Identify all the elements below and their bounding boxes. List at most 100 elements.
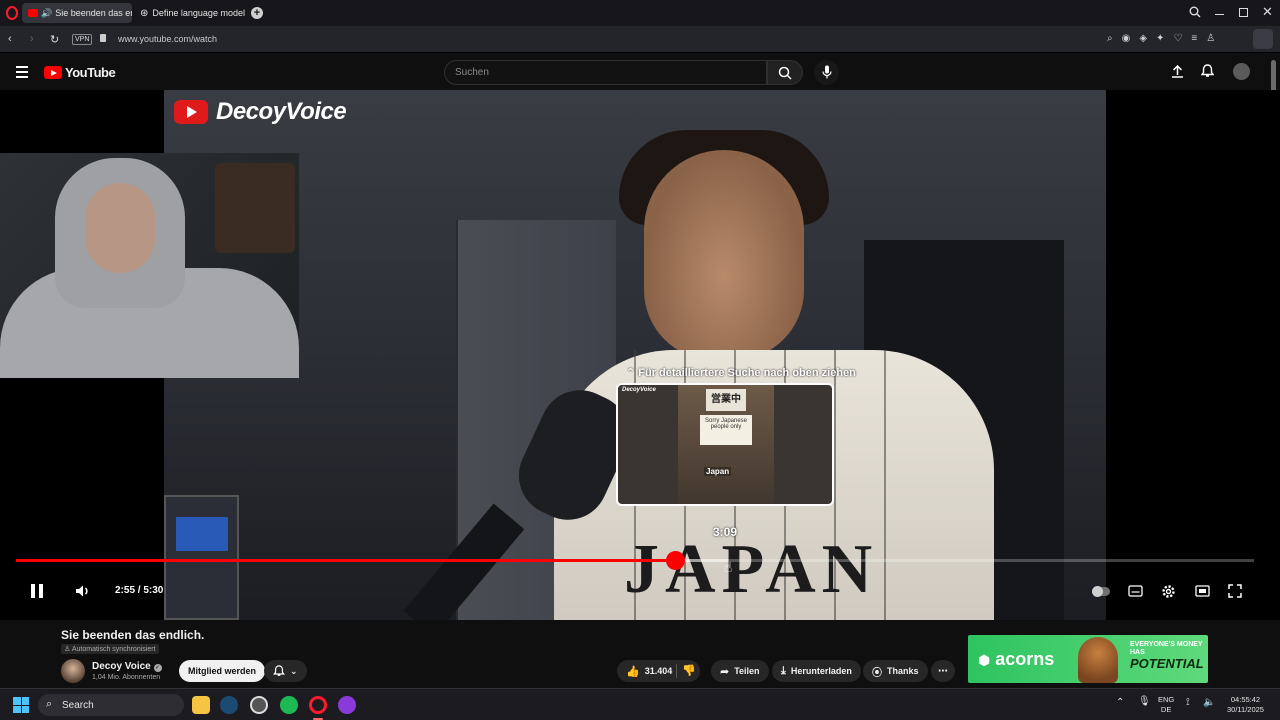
share-button[interactable]: ➦ Teilen [711, 660, 769, 682]
network-icon[interactable]: ⟟ [1186, 698, 1190, 708]
tor-browser-icon[interactable] [338, 696, 356, 714]
reload-icon[interactable]: ↻ [50, 33, 59, 46]
language-top: ENG [1158, 695, 1175, 704]
new-tab-button[interactable]: + [251, 7, 263, 19]
clock[interactable]: 04:55:42 30/11/2025 [1227, 695, 1264, 715]
dislike-button[interactable]: 👎 [682, 664, 696, 677]
spotify-icon[interactable] [280, 696, 298, 714]
subscriber-count: 1,04 Mio. Abonnenten [92, 674, 161, 681]
tab-label: Sie beenden das endlich. [55, 8, 132, 18]
back-icon[interactable]: ‹ [8, 33, 12, 45]
download-button[interactable]: ⤓ Herunterladen [772, 660, 861, 682]
taskbar-search-box[interactable]: ⌕ Search [38, 694, 184, 716]
profile-icon[interactable]: ♙ [1206, 33, 1215, 44]
tray-mic-icon[interactable]: 🎙 [1138, 697, 1151, 707]
youtube-logo[interactable]: YouTube [44, 65, 116, 80]
language-indicator[interactable]: ENG DE [1158, 695, 1174, 715]
lock-icon[interactable] [100, 34, 106, 42]
video-frame: JAPAN DecoyVoice [164, 90, 1106, 620]
tab-label: Define language model [152, 8, 245, 18]
search-input[interactable]: Suchen [444, 60, 767, 85]
search-button[interactable] [767, 60, 803, 85]
opera-logo-icon[interactable] [6, 6, 18, 20]
windows-start-icon[interactable] [13, 697, 29, 713]
thanks-button[interactable]: ⦿ Thanks [863, 660, 928, 682]
preview-paper: Sorry Japanese people only [700, 415, 752, 445]
channel-avatar[interactable] [61, 659, 85, 683]
tab-active-video[interactable]: 🔊 Sie beenden das endlich. [22, 3, 132, 23]
share-arrow-icon: ➦ [720, 665, 730, 678]
download-icon: ⤓ [781, 664, 786, 677]
taskbar-search-icon: ⌕ [46, 698, 53, 710]
acorns-ad-banner[interactable]: ⬢ acorns EVERYONE'S MONEY HAS POTENTIAL [968, 635, 1208, 683]
theater-mode-button[interactable] [1191, 580, 1213, 602]
youtube-logo-text: YouTube [65, 65, 116, 80]
account-avatar[interactable] [1233, 63, 1250, 80]
progress-played [16, 559, 675, 562]
thumbs-down-icon: 👎 [682, 665, 696, 677]
chevron-down-icon: ⌄ [290, 665, 298, 676]
upload-icon[interactable] [1171, 65, 1184, 78]
youtube-favicon-icon [28, 9, 38, 17]
discord-icon[interactable] [250, 696, 268, 714]
language-bottom: DE [1160, 705, 1172, 714]
notifications-bell-icon[interactable] [1201, 64, 1214, 78]
thanks-label: Thanks [887, 666, 919, 676]
pause-button[interactable] [26, 580, 48, 602]
fullscreen-button[interactable] [1224, 580, 1246, 602]
preview-brand: DecoyVoice [622, 387, 656, 393]
channel-name[interactable]: Decoy Voice ✓ [92, 661, 162, 672]
decoyvoice-logo-text: DecoyVoice [216, 98, 347, 125]
seek-hint: ⌃ Für detailliertere Suche nach oben zie… [626, 367, 856, 379]
browser-tab-bar: 🔊 Sie beenden das endlich. ⊛ Define lang… [0, 0, 1280, 26]
volume-button[interactable] [72, 580, 94, 602]
search-icon [778, 66, 792, 80]
tray-chevron-icon[interactable]: ⌃ [1116, 698, 1124, 708]
ad-tagline: EVERYONE'S MONEY HAS [1130, 641, 1203, 656]
opera-taskbar-icon[interactable] [309, 696, 327, 714]
speaker-tray-icon[interactable]: 🔈 [1203, 698, 1215, 708]
steam-icon[interactable] [220, 696, 238, 714]
subscription-bell-button[interactable]: ⌄ [264, 660, 307, 682]
autoplay-toggle[interactable] [1090, 580, 1112, 602]
subtitles-button[interactable] [1124, 580, 1146, 602]
video-title: Sie beenden das endlich. [61, 628, 205, 642]
voice-search-button[interactable] [814, 60, 839, 85]
acorns-leaf-icon: ⬢ [978, 652, 991, 668]
restore-button[interactable] [1239, 8, 1248, 17]
join-member-button[interactable]: Mitglied werden [179, 660, 266, 682]
heart-icon[interactable]: ♡ [1173, 33, 1182, 44]
vpn-badge[interactable]: VPN [72, 34, 93, 45]
tab-language-model[interactable]: ⊛ Define language model [134, 3, 250, 23]
minimize-button[interactable] [1215, 14, 1224, 15]
decoyvoice-play-icon [174, 100, 208, 124]
forward-icon[interactable]: › [30, 33, 34, 45]
lens-icon[interactable]: ⌕ [1107, 33, 1113, 44]
menu-lines-icon[interactable]: ≡ [1191, 33, 1197, 44]
search-tabs-icon[interactable] [1189, 6, 1201, 18]
easy-setup-icon[interactable] [1253, 29, 1273, 49]
preview-sign: 営業中 [706, 389, 746, 411]
arcade-cabinet [164, 495, 239, 620]
acorns-logo: ⬢ acorns [978, 649, 1054, 670]
camera-icon[interactable]: ◉ [1122, 33, 1131, 44]
speaker-icon[interactable]: 🔊 [41, 8, 52, 19]
time-display: 2:55 / 5:30 [115, 585, 164, 596]
extension-icon[interactable]: ✦ [1156, 33, 1164, 44]
channel-name-text[interactable]: Decoy Voice [92, 661, 151, 672]
clock-time: 04:55:42 [1230, 695, 1261, 704]
more-dots-icon: ⋯ [938, 665, 948, 677]
verified-icon: ✓ [153, 664, 162, 672]
shield-icon[interactable]: ◈ [1139, 33, 1147, 44]
settings-button[interactable] [1157, 580, 1179, 602]
theater-icon [1194, 585, 1210, 597]
jersey-stripe [884, 350, 886, 620]
progress-bar[interactable] [16, 559, 1254, 562]
hamburger-menu-icon[interactable] [16, 66, 28, 78]
file-explorer-icon[interactable] [192, 696, 210, 714]
scrubber-handle[interactable] [665, 551, 685, 570]
video-player[interactable]: JAPAN DecoyVoice ⌃ Für detailliertere Su… [0, 90, 1280, 620]
url-field[interactable]: www.youtube.com/watch [118, 34, 217, 44]
close-button[interactable]: ✕ [1262, 4, 1273, 20]
more-actions-button[interactable]: ⋯ [931, 660, 955, 682]
